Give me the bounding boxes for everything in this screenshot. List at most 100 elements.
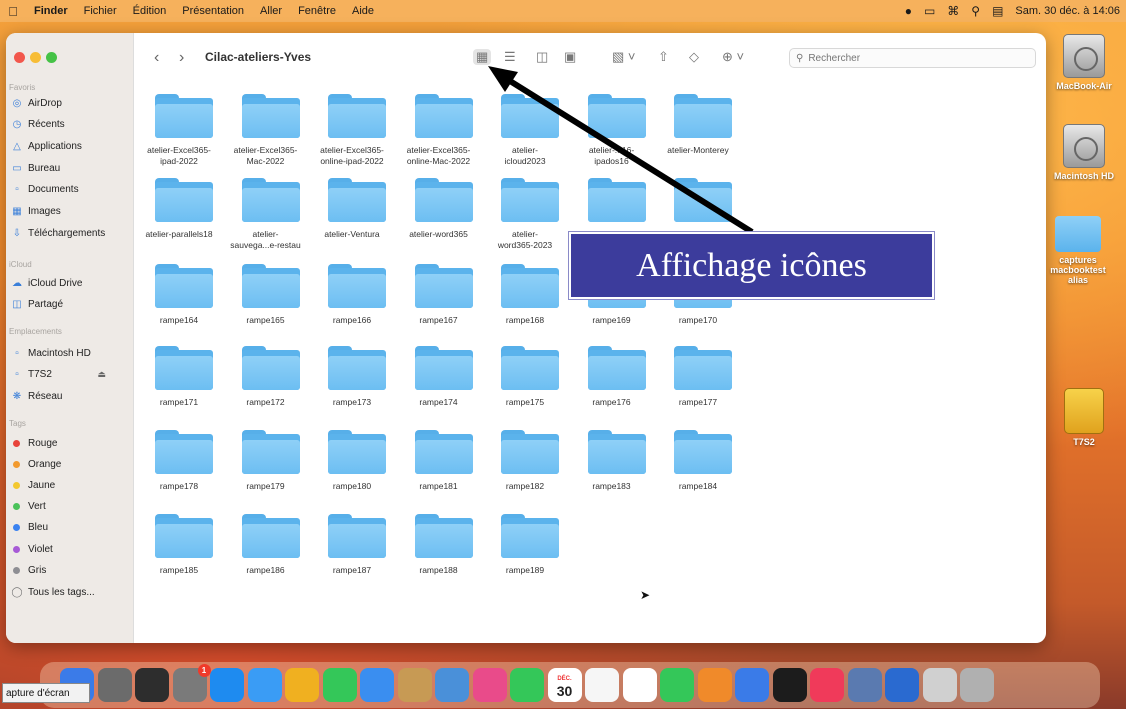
apple-tv-icon[interactable]	[772, 668, 807, 702]
desktop-icon-macintosh-hd[interactable]: Macintosh HD	[1048, 124, 1120, 181]
folder-item[interactable]: atelier-word365	[396, 172, 482, 257]
sidebar-item-icloud-drive[interactable]: ☁ iCloud Drive	[10, 274, 132, 292]
folder-item[interactable]: rampe183	[569, 424, 655, 509]
sidebar-item-images[interactable]: ▦ Images	[10, 203, 132, 221]
column-view-button[interactable]: ◫	[536, 49, 548, 65]
desktop-icon-macbook-air[interactable]: MacBook-Air	[1048, 34, 1120, 91]
folder-item[interactable]: atelier-sauvega...e-restau	[223, 172, 309, 257]
icon-view-button[interactable]: ▦	[473, 49, 492, 65]
folder-item[interactable]: rampe172	[223, 340, 309, 425]
pages-icon[interactable]	[697, 668, 732, 702]
sidebar-tag-gris[interactable]: Gris	[10, 561, 132, 579]
sidebar-item-airdrop[interactable]: ◎ AirDrop	[10, 94, 132, 112]
chrome-icon[interactable]	[285, 668, 319, 702]
folder-item[interactable]: atelier-Excel365- online-ipad-2022	[309, 88, 395, 173]
document-icon[interactable]	[922, 668, 957, 702]
freeform-icon[interactable]	[735, 668, 769, 702]
menu-clock[interactable]: Sam. 30 déc. à 14:06	[1015, 5, 1120, 17]
sidebar-item-all-tags[interactable]: ◯ Tous les tags...	[10, 583, 132, 601]
list-view-button[interactable]: ☰	[504, 49, 516, 65]
music-icon[interactable]	[810, 668, 844, 702]
folder-item[interactable]: rampe174	[396, 340, 482, 425]
folder-item[interactable]: rampe167	[396, 258, 482, 343]
folder-item[interactable]: rampe181	[396, 424, 482, 509]
close-button[interactable]	[14, 52, 25, 63]
folder-item[interactable]: rampe189	[482, 508, 568, 593]
menu-fichier[interactable]: Fichier	[76, 5, 125, 17]
search-field[interactable]: ⚲	[789, 48, 1036, 68]
folder-item[interactable]: rampe185	[136, 508, 222, 593]
folder-item[interactable]: atelier-word365-2023	[482, 172, 568, 257]
folder-item[interactable]: rampe178	[136, 424, 222, 509]
menu-aide[interactable]: Aide	[344, 5, 382, 17]
sidebar-item-documents[interactable]: ▫ Documents	[10, 181, 132, 199]
calendar-icon[interactable]: DÉC. 30	[547, 668, 582, 702]
folder-item[interactable]: rampe165	[223, 258, 309, 343]
quicktime-icon[interactable]	[885, 668, 919, 702]
folder-item[interactable]: rampe171	[136, 340, 222, 425]
battery-icon[interactable]: ▭	[924, 4, 935, 18]
sidebar-tag-vert[interactable]: Vert	[10, 498, 132, 516]
photos-icon[interactable]	[397, 668, 432, 702]
menu-fenetre[interactable]: Fenêtre	[290, 5, 344, 17]
spotlight-search-icon[interactable]: ⚲	[971, 4, 980, 18]
folder-item[interactable]: rampe166	[309, 258, 395, 343]
share-icon[interactable]: ⇧	[658, 49, 669, 65]
numbers-icon[interactable]	[660, 668, 694, 702]
group-button[interactable]: ▧ ˅	[612, 49, 636, 65]
search-input[interactable]	[808, 52, 1009, 64]
sidebar-tag-jaune[interactable]: Jaune	[10, 476, 132, 494]
folder-item[interactable]: rampe182	[482, 424, 568, 509]
eject-icon[interactable]: ⏏	[97, 369, 106, 380]
folder-item[interactable]: atelier-parallels18	[136, 172, 222, 257]
sidebar-item-bureau[interactable]: ▭ Bureau	[10, 159, 132, 177]
preview-icon[interactable]	[847, 668, 882, 702]
folder-item[interactable]: rampe173	[309, 340, 395, 425]
folder-item[interactable]: rampe187	[309, 508, 395, 593]
gallery-view-button[interactable]: ▣	[564, 49, 576, 65]
sidebar-item-t7s2[interactable]: ▫ T7S2 ⏏	[10, 366, 132, 384]
menu-aller[interactable]: Aller	[252, 5, 290, 17]
facetime-icon[interactable]	[510, 668, 544, 702]
messages-icon[interactable]	[322, 668, 357, 702]
folder-item[interactable]: rampe176	[569, 340, 655, 425]
zoom-button[interactable]	[46, 52, 57, 63]
mail-icon[interactable]	[360, 668, 394, 702]
maps-icon[interactable]	[435, 668, 469, 702]
folder-item[interactable]: atelier-Ventura	[309, 172, 395, 257]
notes-icon[interactable]	[622, 668, 657, 702]
folder-item[interactable]: rampe175	[482, 340, 568, 425]
sidebar-item-r-cents[interactable]: ◷ Récents	[10, 116, 132, 134]
sidebar-item-macintosh-hd[interactable]: ▫ Macintosh HD	[10, 344, 132, 362]
folder-item[interactable]: atelier-Monterey	[655, 88, 741, 173]
minimize-button[interactable]	[30, 52, 41, 63]
sidebar-tag-bleu[interactable]: Bleu	[10, 519, 132, 537]
sidebar-item-t-l-chargements[interactable]: ⇩ Téléchargements	[10, 224, 132, 242]
more-actions-icon[interactable]: ⊕ ˅	[722, 49, 744, 65]
reminders-icon[interactable]	[585, 668, 619, 702]
back-chevron-icon[interactable]: ‹	[154, 49, 159, 67]
menu-presentation[interactable]: Présentation	[174, 5, 252, 17]
sidebar-tag-violet[interactable]: Violet	[10, 540, 132, 558]
sidebar-item-r-seau[interactable]: ❋ Réseau	[10, 387, 132, 405]
folder-item[interactable]: atelier-Excel365- ipad-2022	[136, 88, 222, 173]
folder-item[interactable]: rampe184	[655, 424, 741, 509]
folder-item[interactable]: rampe188	[396, 508, 482, 593]
control-center-icon[interactable]: ▤	[992, 4, 1003, 18]
apple-menu-icon[interactable]: 	[0, 4, 26, 19]
sidebar-item-applications[interactable]: △ Applications	[10, 137, 132, 155]
folder-item[interactable]: rampe180	[309, 424, 395, 509]
menu-app-finder[interactable]: Finder	[26, 5, 76, 17]
trash-icon[interactable]	[960, 668, 994, 702]
record-icon[interactable]: ●	[905, 4, 912, 18]
forward-chevron-icon[interactable]: ›	[179, 49, 184, 67]
folder-item[interactable]: rampe179	[223, 424, 309, 509]
apps-grid-icon[interactable]	[135, 668, 169, 702]
photos-flower-icon[interactable]	[472, 668, 507, 702]
wifi-icon[interactable]: ⌘	[947, 4, 959, 18]
tag-icon[interactable]: ◇	[689, 49, 699, 65]
folder-item[interactable]: atelier-icloud2023	[482, 88, 568, 173]
safari-icon[interactable]	[247, 668, 282, 702]
folder-item[interactable]: rampe168	[482, 258, 568, 343]
folder-item[interactable]: atelier-...16- ipados16	[569, 88, 655, 173]
